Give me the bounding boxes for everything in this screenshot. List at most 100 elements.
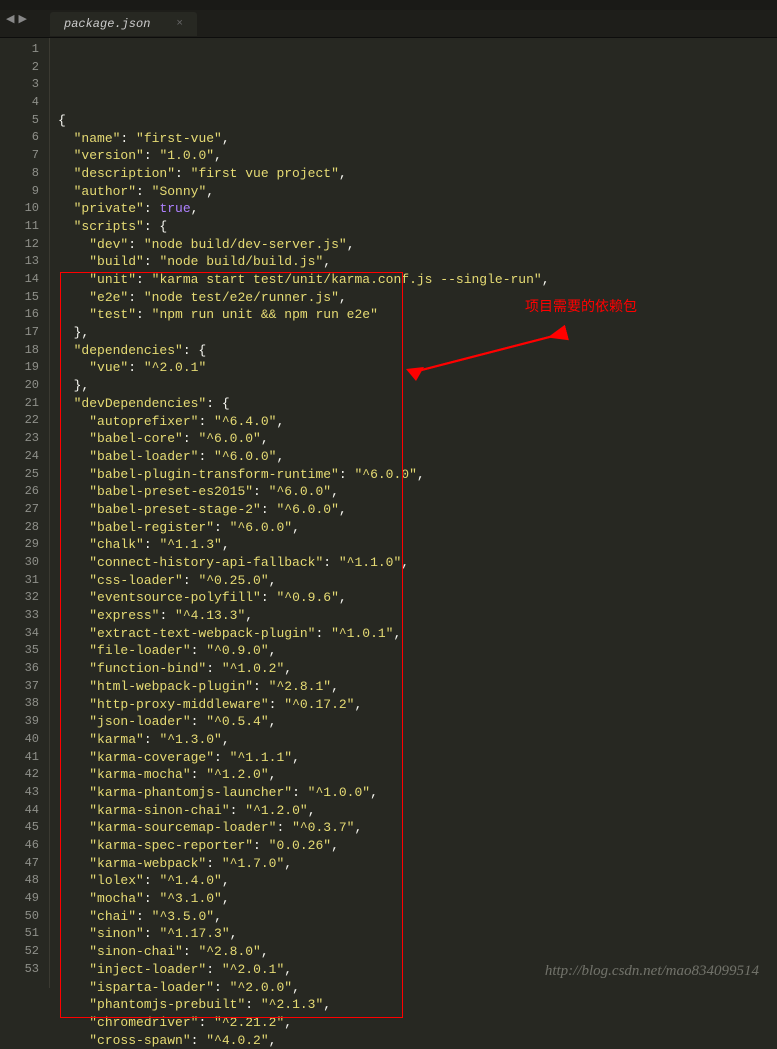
code-line[interactable]: "html-webpack-plugin": "^2.8.1",	[58, 678, 777, 696]
code-line[interactable]: "eventsource-polyfill": "^0.9.6",	[58, 589, 777, 607]
code-line[interactable]: "build": "node build/build.js",	[58, 253, 777, 271]
line-number: 48	[0, 872, 39, 890]
code-line[interactable]: "extract-text-webpack-plugin": "^1.0.1",	[58, 625, 777, 643]
code-line[interactable]: "function-bind": "^1.0.2",	[58, 660, 777, 678]
code-line[interactable]: "cross-spawn": "^4.0.2",	[58, 1032, 777, 1049]
line-number: 40	[0, 731, 39, 749]
line-number: 26	[0, 483, 39, 501]
line-number: 30	[0, 554, 39, 572]
editor[interactable]: 1234567891011121314151617181920212223242…	[0, 38, 777, 988]
code-line[interactable]: "babel-register": "^6.0.0",	[58, 519, 777, 537]
line-number: 37	[0, 678, 39, 696]
code-line[interactable]: "json-loader": "^0.5.4",	[58, 713, 777, 731]
line-number: 11	[0, 218, 39, 236]
line-number: 46	[0, 837, 39, 855]
code-line[interactable]: "author": "Sonny",	[58, 183, 777, 201]
code-line[interactable]: "devDependencies": {	[58, 395, 777, 413]
code-line[interactable]: },	[58, 377, 777, 395]
code-line[interactable]: "babel-plugin-transform-runtime": "^6.0.…	[58, 466, 777, 484]
code-line[interactable]: "private": true,	[58, 200, 777, 218]
code-line[interactable]: "karma-phantomjs-launcher": "^1.0.0",	[58, 784, 777, 802]
code-line[interactable]: "e2e": "node test/e2e/runner.js",	[58, 289, 777, 307]
line-number: 2	[0, 59, 39, 77]
line-number: 16	[0, 306, 39, 324]
code-line[interactable]: "lolex": "^1.4.0",	[58, 872, 777, 890]
line-number: 53	[0, 961, 39, 979]
code-line[interactable]: "karma-coverage": "^1.1.1",	[58, 749, 777, 767]
line-number: 28	[0, 519, 39, 537]
line-number: 20	[0, 377, 39, 395]
code-line[interactable]: "file-loader": "^0.9.0",	[58, 642, 777, 660]
code-line[interactable]: "mocha": "^3.1.0",	[58, 890, 777, 908]
code-line[interactable]: "express": "^4.13.3",	[58, 607, 777, 625]
code-line[interactable]: "karma-webpack": "^1.7.0",	[58, 855, 777, 873]
line-number: 18	[0, 342, 39, 360]
code-line[interactable]: "karma-spec-reporter": "0.0.26",	[58, 837, 777, 855]
code-line[interactable]: "karma-sinon-chai": "^1.2.0",	[58, 802, 777, 820]
line-number: 50	[0, 908, 39, 926]
line-number: 33	[0, 607, 39, 625]
code-line[interactable]: "isparta-loader": "^2.0.0",	[58, 979, 777, 997]
code-line[interactable]: "karma-sourcemap-loader": "^0.3.7",	[58, 819, 777, 837]
code-line[interactable]: "connect-history-api-fallback": "^1.1.0"…	[58, 554, 777, 572]
code-line[interactable]: "karma": "^1.3.0",	[58, 731, 777, 749]
line-number: 24	[0, 448, 39, 466]
code-line[interactable]: "vue": "^2.0.1"	[58, 359, 777, 377]
code-line[interactable]: "test": "npm run unit && npm run e2e"	[58, 306, 777, 324]
line-number: 21	[0, 395, 39, 413]
code-line[interactable]: },	[58, 324, 777, 342]
code-line[interactable]: "sinon": "^1.17.3",	[58, 925, 777, 943]
code-line[interactable]: "autoprefixer": "^6.4.0",	[58, 413, 777, 431]
line-number: 27	[0, 501, 39, 519]
line-number: 43	[0, 784, 39, 802]
code-line[interactable]: "version": "1.0.0",	[58, 147, 777, 165]
line-number: 8	[0, 165, 39, 183]
line-number: 44	[0, 802, 39, 820]
code-line[interactable]: "chai": "^3.5.0",	[58, 908, 777, 926]
line-number: 38	[0, 695, 39, 713]
nav-back-icon[interactable]: ◀	[6, 12, 14, 26]
line-number: 10	[0, 200, 39, 218]
tab-package-json[interactable]: package.json ×	[50, 12, 197, 36]
line-number: 12	[0, 236, 39, 254]
code-line[interactable]: "unit": "karma start test/unit/karma.con…	[58, 271, 777, 289]
code-line[interactable]: "scripts": {	[58, 218, 777, 236]
code-line[interactable]: "chalk": "^1.1.3",	[58, 536, 777, 554]
line-number: 29	[0, 536, 39, 554]
code-line[interactable]: "dependencies": {	[58, 342, 777, 360]
line-number: 25	[0, 466, 39, 484]
code-line[interactable]: "phantomjs-prebuilt": "^2.1.3",	[58, 996, 777, 1014]
code-line[interactable]: "css-loader": "^0.25.0",	[58, 572, 777, 590]
code-line[interactable]: "babel-preset-stage-2": "^6.0.0",	[58, 501, 777, 519]
line-number: 47	[0, 855, 39, 873]
annotation-label: 项目需要的依赖包	[525, 296, 637, 316]
close-icon[interactable]: ×	[176, 18, 183, 30]
code-line[interactable]: "chromedriver": "^2.21.2",	[58, 1014, 777, 1032]
nav-forward-icon[interactable]: ▶	[18, 12, 26, 26]
code-line[interactable]: "sinon-chai": "^2.8.0",	[58, 943, 777, 961]
line-number: 45	[0, 819, 39, 837]
code-line[interactable]: "babel-preset-es2015": "^6.0.0",	[58, 483, 777, 501]
line-number: 36	[0, 660, 39, 678]
line-number: 35	[0, 642, 39, 660]
line-number: 1	[0, 41, 39, 59]
line-number: 13	[0, 253, 39, 271]
code-line[interactable]: "description": "first vue project",	[58, 165, 777, 183]
code-line[interactable]: "dev": "node build/dev-server.js",	[58, 236, 777, 254]
line-number: 17	[0, 324, 39, 342]
line-number: 5	[0, 112, 39, 130]
code-line[interactable]: "babel-loader": "^6.0.0",	[58, 448, 777, 466]
line-number: 15	[0, 289, 39, 307]
code-line[interactable]: "karma-mocha": "^1.2.0",	[58, 766, 777, 784]
code-area[interactable]: { "name": "first-vue", "version": "1.0.0…	[50, 38, 777, 988]
line-number: 42	[0, 766, 39, 784]
code-line[interactable]: "http-proxy-middleware": "^0.17.2",	[58, 696, 777, 714]
line-number: 52	[0, 943, 39, 961]
line-number: 34	[0, 625, 39, 643]
code-line[interactable]: "name": "first-vue",	[58, 130, 777, 148]
line-number: 49	[0, 890, 39, 908]
code-line[interactable]: {	[58, 112, 777, 130]
line-gutter: 1234567891011121314151617181920212223242…	[0, 38, 50, 988]
tab-filename: package.json	[64, 17, 150, 31]
code-line[interactable]: "babel-core": "^6.0.0",	[58, 430, 777, 448]
